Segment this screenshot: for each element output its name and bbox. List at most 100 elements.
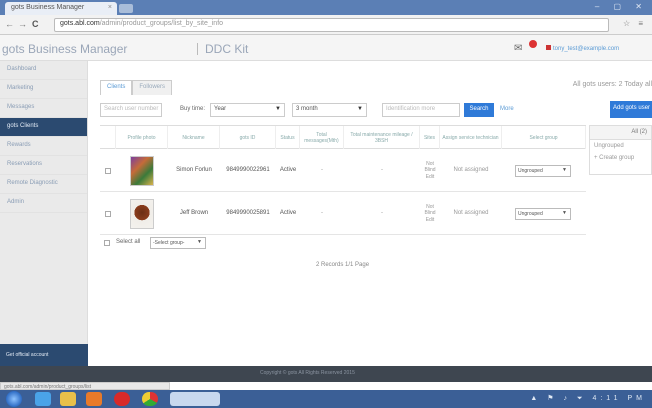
status-cell: Active: [279, 209, 297, 216]
more-link[interactable]: More: [500, 106, 514, 112]
status-url: gots.abl.com/admin/product_groups/list: [0, 382, 170, 390]
url-path: /admin/product_groups/list_by_site_info: [99, 20, 224, 27]
col-header-technician: Assign service technician: [440, 126, 502, 149]
pagination-text: 2 Records 1/1 Page: [316, 262, 370, 268]
new-tab-button[interactable]: [119, 4, 133, 13]
browser-menu-icons[interactable]: ☆ ≡: [623, 19, 646, 28]
chevron-down-icon: ▼: [562, 166, 567, 173]
nickname-cell[interactable]: Jeff Brown: [168, 192, 220, 235]
mail-icon[interactable]: ✉: [514, 43, 522, 54]
sidebar-item-dashboard[interactable]: Dashboard: [0, 61, 87, 80]
create-group-link[interactable]: + Create group: [590, 152, 651, 164]
col-header-photo: Profile photo: [116, 126, 168, 149]
address-bar-row: ← → C gots.abl.com/admin/product_groups/…: [0, 15, 652, 35]
media-player-icon[interactable]: [86, 392, 102, 406]
col-header-maintenance: Total maintenance mileage / 3BSH: [344, 126, 420, 149]
maintenance-cell: -: [381, 166, 383, 173]
filter-toolbar: Search user number Buy time: Year ▼ 3 mo…: [100, 101, 652, 119]
chevron-down-icon: ▼: [197, 239, 202, 245]
add-user-button[interactable]: Add gots user: [610, 101, 652, 118]
chevron-down-icon: ▼: [275, 106, 281, 112]
chevron-down-icon: ▼: [562, 209, 567, 216]
content-tabs: Clients Followers: [100, 80, 173, 95]
user-number-search-input[interactable]: Search user number: [100, 103, 162, 117]
search-button[interactable]: Search: [464, 103, 494, 117]
internet-explorer-icon[interactable]: [35, 392, 51, 406]
row-checkbox[interactable]: [105, 167, 111, 174]
official-account-button[interactable]: Get official account: [0, 344, 88, 366]
sidebar-item-marketing[interactable]: Marketing: [0, 80, 87, 99]
col-header-status: Status: [276, 126, 300, 149]
copyright-text: Copyright © gots All Rights Reserved 201…: [260, 370, 355, 376]
browser-tab-title: gots Business Manager: [11, 4, 85, 11]
browser-tab[interactable]: gots Business Manager ×: [5, 2, 117, 15]
tab-followers[interactable]: Followers: [132, 80, 173, 95]
keyword-input[interactable]: Identification more: [382, 103, 460, 117]
buy-time-label: Buy time:: [180, 106, 206, 112]
period-select[interactable]: 3 month ▼: [292, 103, 367, 117]
opera-icon[interactable]: [114, 392, 130, 406]
nickname-cell[interactable]: Simon Forlun: [168, 149, 220, 192]
bulk-group-select[interactable]: -Select group- ▼: [150, 237, 206, 249]
chevron-down-icon: ▼: [357, 106, 363, 112]
chrome-icon[interactable]: [142, 392, 158, 406]
table-row: Simon Forlun 9849990022961 Active - - No…: [100, 149, 586, 192]
sidebar-item-remote-diagnostic[interactable]: Remote Diagnostic: [0, 175, 87, 194]
tab-close-icon[interactable]: ×: [108, 4, 112, 11]
taskbar-app-icon[interactable]: [170, 392, 220, 406]
sidebar-item-reservations[interactable]: Reservations: [0, 156, 87, 175]
col-header-select: [100, 126, 116, 149]
forward-icon[interactable]: →: [18, 19, 27, 29]
group-select-value: Ungrouped: [518, 210, 543, 217]
tab-clients[interactable]: Clients: [100, 80, 133, 95]
group-select[interactable]: Ungrouped ▼: [515, 207, 571, 220]
maintenance-cell: -: [381, 209, 383, 216]
table-row: Jeff Brown 9849990025891 Active - - Not …: [100, 192, 586, 235]
sidebar-item-messages[interactable]: Messages: [0, 99, 87, 118]
folder-icon[interactable]: [60, 392, 76, 406]
row-checkbox[interactable]: [105, 210, 111, 217]
messages-cell: -: [321, 166, 323, 173]
url-input[interactable]: gots.abl.com/admin/product_groups/list_b…: [54, 18, 609, 32]
time-select[interactable]: Year ▼: [210, 103, 285, 117]
app-header: gots Business Manager DDC Kit ✉ tony_tes…: [0, 35, 652, 61]
group-select[interactable]: Ungrouped ▼: [515, 164, 571, 177]
period-select-value: 3 month: [296, 106, 318, 112]
reload-icon[interactable]: C: [32, 19, 39, 29]
sidebar-item-admin[interactable]: Admin: [0, 194, 87, 213]
technician-cell[interactable]: Not assigned: [440, 149, 502, 192]
col-header-nickname: Nickname: [168, 126, 220, 149]
select-all-label: Select all: [116, 239, 141, 245]
window-controls[interactable]: – ▢ ✕: [595, 2, 648, 11]
status-cell: Active: [279, 166, 297, 173]
col-header-group: Select group: [502, 126, 586, 149]
start-button-icon[interactable]: [6, 391, 22, 407]
select-all-checkbox[interactable]: [104, 240, 110, 246]
sidebar-item-rewards[interactable]: Rewards: [0, 137, 87, 156]
bulk-group-select-value: -Select group-: [153, 240, 185, 246]
sites-cell[interactable]: Not Blind Edit: [420, 192, 440, 235]
system-tray[interactable]: ▲ ⚑ ♪ ⏷ 4:11 PM: [530, 394, 646, 403]
user-count-summary: All gots users: 2 Today all: [572, 81, 652, 88]
main-content: Clients Followers All gots users: 2 Today…: [88, 61, 652, 366]
group-item-ungrouped[interactable]: Ungrouped: [590, 140, 651, 152]
clients-table: Profile photo Nickname gots ID Status To…: [100, 125, 586, 235]
org-name: DDC Kit: [196, 42, 249, 56]
avatar[interactable]: [130, 155, 154, 186]
back-icon[interactable]: ←: [5, 19, 14, 29]
sidebar: Dashboard Marketing Messages gots Client…: [0, 61, 88, 366]
messages-cell: -: [321, 209, 323, 216]
notification-badge: [529, 40, 537, 48]
sidebar-item-clients[interactable]: gots Clients: [0, 118, 87, 137]
group-panel: All (2) Ungrouped + Create group: [589, 125, 652, 175]
gots-id-cell: 9849990022961: [226, 166, 270, 173]
technician-cell[interactable]: Not assigned: [440, 192, 502, 235]
user-email[interactable]: tony_test@example.com: [546, 45, 619, 52]
gots-id-cell: 9849990025891: [226, 209, 270, 216]
sites-cell[interactable]: Not Blind Edit: [420, 149, 440, 192]
app-title: gots Business Manager: [2, 42, 128, 56]
url-host: gots.abl.com: [60, 20, 100, 27]
col-header-sites: Sites: [420, 126, 440, 149]
avatar[interactable]: [130, 198, 154, 229]
browser-tab-bar: gots Business Manager × – ▢ ✕: [0, 0, 652, 15]
